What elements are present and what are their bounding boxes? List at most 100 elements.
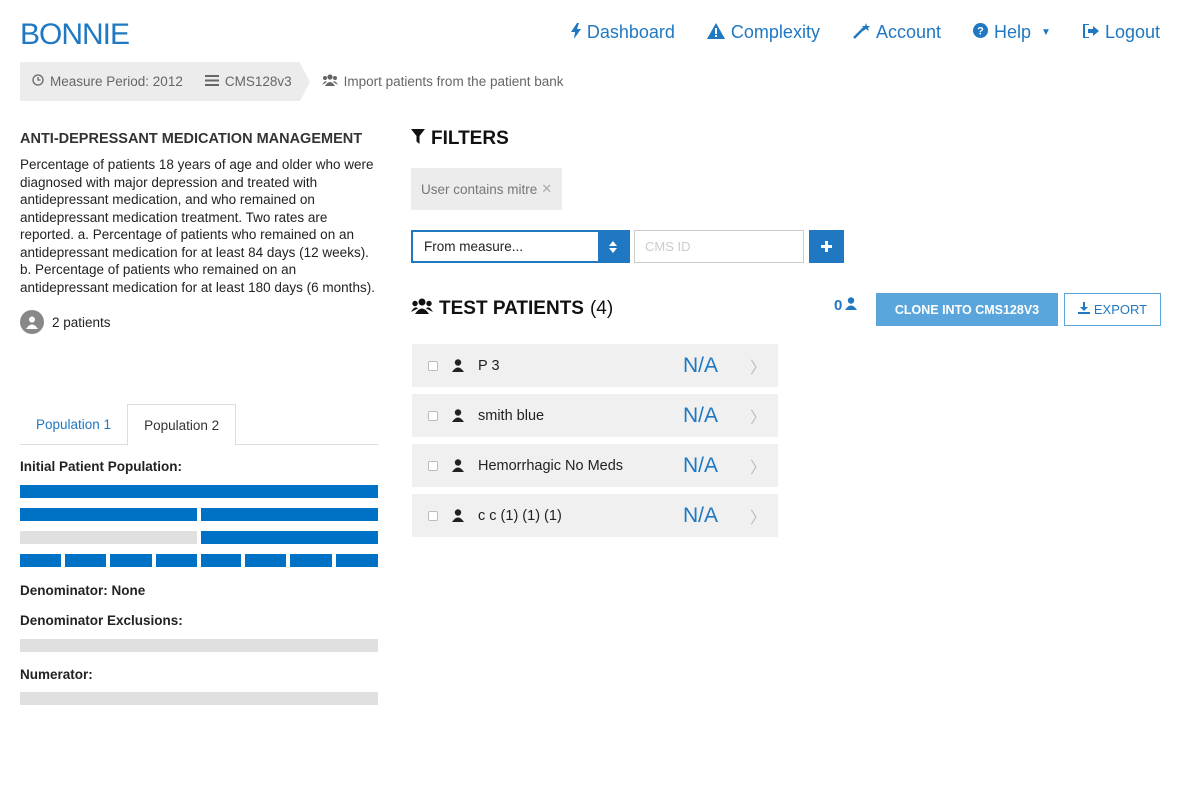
breadcrumb-measure-period[interactable]: Measure Period: 2012 bbox=[20, 62, 193, 101]
users-icon bbox=[321, 74, 338, 89]
export-label: EXPORT bbox=[1093, 302, 1148, 317]
user-icon bbox=[452, 359, 466, 372]
breadcrumb: Measure Period: 2012 CMS128v3 Import pat… bbox=[20, 62, 564, 101]
nav-help-label: Help bbox=[994, 22, 1032, 42]
selected-count-label: 0 bbox=[834, 297, 843, 314]
denominator-label: Denominator: None bbox=[20, 583, 146, 598]
measure-select[interactable]: From measure... bbox=[411, 230, 630, 263]
nav-dashboard[interactable]: Dashboard bbox=[570, 22, 675, 43]
ipp-bar-half-empty bbox=[20, 531, 197, 544]
sign-out-icon bbox=[1082, 22, 1099, 42]
patients-count-label: 2 patients bbox=[52, 314, 111, 330]
user-icon bbox=[452, 459, 466, 472]
patient-name: P 3 bbox=[478, 357, 500, 374]
test-patients-title: TEST PATIENTS bbox=[439, 298, 584, 319]
denex-bar bbox=[20, 639, 378, 652]
user-icon bbox=[845, 297, 858, 314]
ipp-bar-segment bbox=[245, 554, 286, 567]
filters-title: FILTERS bbox=[431, 128, 509, 149]
nav-complexity[interactable]: Complexity bbox=[706, 22, 820, 43]
nav-account[interactable]: Account bbox=[852, 22, 941, 43]
ipp-bar-segment bbox=[336, 554, 378, 567]
user-icon bbox=[452, 409, 466, 422]
clock-icon bbox=[32, 74, 44, 89]
patient-checkbox[interactable] bbox=[428, 360, 438, 371]
selected-patients-count: 0 bbox=[834, 297, 858, 314]
active-filter-label: User contains mitre bbox=[421, 181, 538, 197]
filters-heading: FILTERS bbox=[411, 128, 509, 150]
ipp-bar-segment bbox=[20, 554, 61, 567]
nav-complexity-label: Complexity bbox=[730, 22, 820, 42]
magic-wand-icon bbox=[852, 22, 870, 43]
ipp-bar-half-2 bbox=[201, 508, 378, 521]
patient-status: N/A bbox=[683, 503, 719, 527]
download-icon bbox=[1077, 302, 1090, 317]
patient-checkbox[interactable] bbox=[428, 410, 438, 421]
measure-select-value: From measure... bbox=[424, 239, 524, 254]
chevron-right-icon[interactable]: 〉 bbox=[750, 404, 766, 428]
initial-patient-population-label: Initial Patient Population: bbox=[20, 459, 182, 474]
users-icon bbox=[411, 298, 433, 320]
patient-row[interactable]: c c (1) (1) (1) N/A 〉 bbox=[412, 494, 778, 537]
sort-icon bbox=[598, 232, 628, 261]
top-navigation: Dashboard Complexity Account ? Help ▼ Lo… bbox=[570, 22, 1160, 43]
patient-row[interactable]: Hemorrhagic No Meds N/A 〉 bbox=[412, 444, 778, 487]
nav-dashboard-label: Dashboard bbox=[586, 22, 675, 42]
test-patients-heading: TEST PATIENTS (4) bbox=[411, 298, 613, 320]
patient-row[interactable]: P 3 N/A 〉 bbox=[412, 344, 778, 387]
chevron-right-icon[interactable]: 〉 bbox=[750, 504, 766, 528]
ipp-bar-segment bbox=[290, 554, 332, 567]
nav-help[interactable]: ? Help ▼ bbox=[973, 22, 1051, 43]
bonnie-logo[interactable]: BONNIE bbox=[20, 18, 130, 52]
nav-account-label: Account bbox=[875, 22, 941, 42]
patient-status: N/A bbox=[683, 403, 719, 427]
population-tabs: Population 1 Population 2 bbox=[20, 404, 378, 446]
cms-id-input[interactable] bbox=[634, 230, 804, 263]
patient-checkbox[interactable] bbox=[428, 510, 438, 521]
user-icon bbox=[452, 509, 466, 522]
numerator-bar bbox=[20, 692, 378, 705]
patient-name: smith blue bbox=[478, 407, 545, 424]
nav-logout[interactable]: Logout bbox=[1082, 22, 1160, 43]
breadcrumb-separator bbox=[299, 62, 310, 101]
measure-title: ANTI-DEPRESSANT MEDICATION MANAGEMENT bbox=[20, 131, 363, 147]
patient-name: Hemorrhagic No Meds bbox=[478, 457, 624, 474]
ipp-bar-full bbox=[20, 485, 378, 498]
measure-id-label: CMS128v3 bbox=[224, 74, 292, 89]
chevron-right-icon[interactable]: 〉 bbox=[750, 354, 766, 378]
add-filter-button[interactable] bbox=[809, 230, 844, 263]
tasks-icon bbox=[204, 74, 219, 89]
measure-period-label: Measure Period: 2012 bbox=[50, 74, 183, 89]
patient-checkbox[interactable] bbox=[428, 460, 438, 471]
numerator-label: Numerator: bbox=[20, 667, 93, 682]
breadcrumb-current: Import patients from the patient bank bbox=[310, 62, 564, 101]
patient-name: c c (1) (1) (1) bbox=[478, 507, 562, 524]
chevron-right-icon[interactable]: 〉 bbox=[750, 454, 766, 478]
ipp-bar-half-filled bbox=[201, 531, 378, 544]
filter-icon bbox=[411, 128, 425, 150]
nav-logout-label: Logout bbox=[1104, 22, 1160, 42]
svg-text:?: ? bbox=[977, 26, 984, 38]
patients-count: 2 patients bbox=[20, 310, 378, 334]
active-filter-pill: User contains mitre ✕ bbox=[411, 168, 563, 210]
breadcrumb-measure[interactable]: CMS128v3 bbox=[192, 62, 300, 101]
ipp-bar-half-1 bbox=[20, 508, 197, 521]
clone-into-measure-button[interactable]: CLONE INTO CMS128V3 bbox=[876, 293, 1058, 326]
export-button[interactable]: EXPORT bbox=[1064, 293, 1161, 326]
denominator-exclusions-label: Denominator Exclusions: bbox=[20, 613, 183, 628]
patient-status: N/A bbox=[683, 353, 719, 377]
user-avatar-icon bbox=[20, 310, 44, 334]
measure-panel: ANTI-DEPRESSANT MEDICATION MANAGEMENT Pe… bbox=[20, 130, 378, 334]
ipp-bar-segment bbox=[65, 554, 106, 567]
close-icon[interactable]: ✕ bbox=[541, 181, 552, 197]
tab-population-2[interactable]: Population 2 bbox=[127, 404, 237, 446]
bolt-icon bbox=[570, 22, 581, 43]
plus-icon bbox=[821, 237, 832, 257]
warning-icon bbox=[706, 22, 725, 43]
patient-status: N/A bbox=[683, 453, 719, 477]
ipp-bar-segment bbox=[110, 554, 152, 567]
ipp-bar-segment bbox=[156, 554, 197, 567]
tab-population-1[interactable]: Population 1 bbox=[20, 404, 127, 445]
question-circle-icon: ? bbox=[973, 23, 988, 42]
patient-row[interactable]: smith blue N/A 〉 bbox=[412, 394, 778, 437]
